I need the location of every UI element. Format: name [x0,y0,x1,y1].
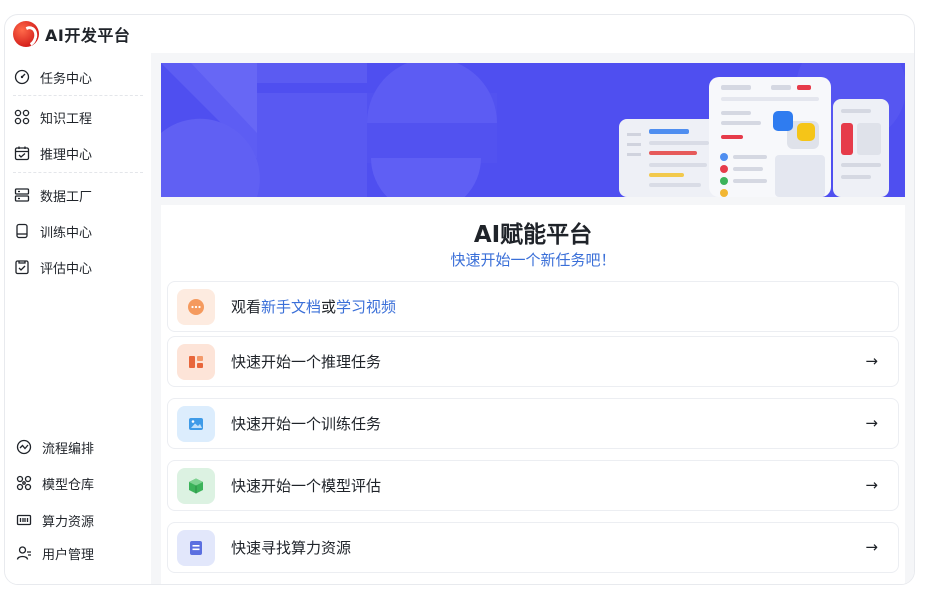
quick-start-evaluation-card[interactable]: 快速开始一个模型评估 → [167,460,899,511]
inference-icon [177,343,215,380]
flow-icon [15,438,33,456]
sidebar-item-label: 数据工厂 [40,189,93,205]
card-label: 快速开始一个推理任务 [231,353,382,371]
grid-circles-icon [13,108,31,126]
sidebar-item-label: 知识工程 [40,111,93,127]
sidebar-item-label: 评估中心 [40,261,93,277]
sidebar-item-label: 推理中心 [40,147,93,163]
calendar-check-icon [13,144,31,162]
logo-icon [13,21,39,47]
quick-start-training-card[interactable]: 快速开始一个训练任务 → [167,398,899,449]
sidebar-item-users[interactable]: 用户管理 [15,541,94,565]
hero-banner [161,63,905,197]
tutorial-video-link[interactable]: 学习视频 [336,298,396,316]
beginner-docs-link[interactable]: 新手文档 [261,298,321,316]
sidebar-item-flow[interactable]: 流程编排 [15,435,94,459]
sidebar-item-label: 任务中心 [40,71,93,87]
arrow-right-icon: → [865,538,878,556]
sidebar-item-label: 用户管理 [42,547,95,563]
sidebar-item-compute[interactable]: 算力资源 [15,508,94,532]
sidebar-item-model-repo[interactable]: 模型仓库 [15,471,94,495]
tablet-icon [13,222,31,240]
sidebar-item-inference[interactable]: 推理中心 [13,141,92,165]
app-window: AI开发平台 任务中心 知识工程 推理中心 数据工厂 训练中心 评估中心 流程编… [4,14,915,585]
find-compute-card[interactable]: 快速寻找算力资源 → [167,522,899,573]
user-icon [15,544,33,562]
sidebar-item-label: 算力资源 [42,514,95,530]
sidebar-item-training[interactable]: 训练中心 [13,219,92,243]
sidebar-item-evaluation[interactable]: 评估中心 [13,255,92,279]
divider [13,95,143,96]
arrow-right-icon: → [865,414,878,432]
page-title: AI赋能平台 [473,222,593,248]
banner-illustration [161,63,905,197]
sidebar-item-data-factory[interactable]: 数据工厂 [13,183,92,207]
chat-icon [177,288,215,325]
logo-text: AI开发平台 [45,26,131,45]
chip-icon [15,511,33,529]
image-icon [177,405,215,442]
cube-icon [177,467,215,504]
docs-card: 观看新手文档或学习视频 [167,281,899,332]
card-label: 快速开始一个模型评估 [231,477,382,495]
clipboard-check-icon [13,258,31,276]
arrow-right-icon: → [865,476,878,494]
main-content: AI赋能平台 快速开始一个新任务吧！ 观看新手文档或学习视频 快速开始一个推理任… [151,53,914,584]
docs-text: 观看新手文档或学习视频 [231,296,396,317]
page-subtitle: 快速开始一个新任务吧！ [450,251,616,269]
sidebar-item-task-center[interactable]: 任务中心 [13,65,92,89]
docs-mid: 或 [321,298,337,316]
sidebar-item-label: 训练中心 [40,225,93,241]
divider [13,172,143,173]
docs-prefix: 观看 [231,298,262,316]
dashboard-icon [13,68,31,86]
sidebar: 任务中心 知识工程 推理中心 数据工厂 训练中心 评估中心 流程编排 模型仓库 … [5,53,151,584]
sidebar-item-knowledge[interactable]: 知识工程 [13,105,92,129]
card-label: 快速开始一个训练任务 [231,415,382,433]
arrow-right-icon: → [865,352,878,370]
app-header: AI开发平台 [5,15,914,53]
sidebar-item-label: 流程编排 [42,441,95,457]
network-icon [15,474,33,492]
server-icon [13,186,31,204]
quick-start-inference-card[interactable]: 快速开始一个推理任务 → [167,336,899,387]
card-label: 快速寻找算力资源 [231,539,352,557]
document-icon [177,529,215,566]
sidebar-item-label: 模型仓库 [42,477,95,493]
welcome-panel: AI赋能平台 快速开始一个新任务吧！ 观看新手文档或学习视频 快速开始一个推理任… [161,205,905,584]
